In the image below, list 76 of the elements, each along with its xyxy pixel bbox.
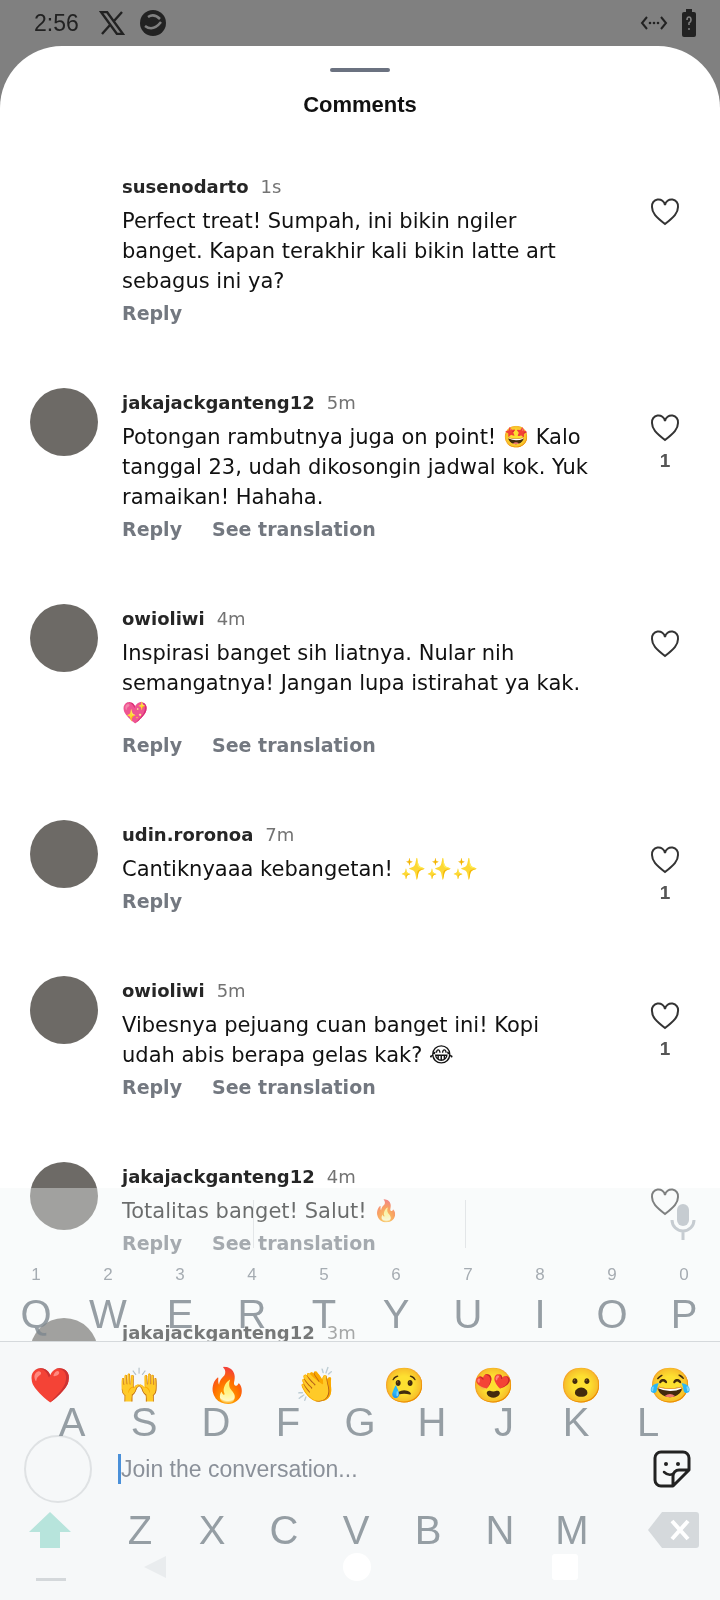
- emoji-reaction-button[interactable]: 🙌: [117, 1363, 160, 1407]
- key-hint: 8: [535, 1264, 545, 1286]
- heart-icon[interactable]: [650, 198, 680, 226]
- key-hint: 4: [247, 1264, 257, 1286]
- comment-text: Potongan rambutnya juga on point! 🤩 Kalo tanggal 23, udah dikosongin jadwal kok. Yuk ramaikan! Hahaha.: [122, 424, 589, 511]
- keyboard-key[interactable]: N: [485, 1508, 515, 1552]
- reply-link[interactable]: Reply: [122, 890, 182, 916]
- keyboard-key[interactable]: Z: [127, 1508, 153, 1552]
- comment-text: Perfect treat! Sumpah, ini bikin ngiler banget. Kapan terakhir kali bikin latte art sebagus ini ya?: [122, 208, 557, 295]
- keyboard-key[interactable]: B: [414, 1508, 442, 1552]
- comment-time: 5m: [326, 392, 356, 413]
- username[interactable]: owioliwi: [122, 980, 205, 1001]
- microphone-icon[interactable]: [668, 1202, 698, 1242]
- comment-time: 4m: [216, 608, 246, 629]
- reply-link[interactable]: Reply: [122, 302, 182, 328]
- battery-icon: [682, 9, 696, 37]
- keyboard-key[interactable]: M: [555, 1508, 589, 1552]
- comment-text: Inspirasi banget sih liatnya. Nular nih semangatnya! Jangan lupa istirahat ya kak. 💖: [122, 640, 582, 727]
- backspace-icon[interactable]: [646, 1510, 700, 1550]
- keyboard-key[interactable]: I: [534, 1292, 546, 1336]
- keyboard-key[interactable]: Y: [382, 1292, 410, 1336]
- keyboard-key[interactable]: X: [198, 1508, 226, 1552]
- reply-link[interactable]: Reply: [122, 1232, 182, 1258]
- username[interactable]: jakajackganteng12: [122, 392, 315, 413]
- reply-link[interactable]: Reply: [122, 518, 182, 544]
- comment-input-field[interactable]: Join the conversation...: [121, 1455, 626, 1483]
- sticker-icon[interactable]: [652, 1449, 692, 1489]
- reply-link[interactable]: Reply: [122, 734, 182, 760]
- comment-time: 7m: [265, 824, 295, 845]
- translation-link[interactable]: See translation: [212, 1076, 376, 1102]
- comment-text: Totalitas banget! Salut! 🔥: [122, 1198, 401, 1225]
- heart-icon[interactable]: [650, 1002, 680, 1030]
- sheet-title: Comments: [302, 92, 418, 118]
- text-cursor: [118, 1454, 121, 1484]
- key-hint: 6: [391, 1264, 401, 1286]
- like-count: 1: [659, 1038, 671, 1060]
- emoji-reaction-button[interactable]: 😍: [471, 1363, 514, 1407]
- translation-link[interactable]: See translation: [212, 518, 376, 544]
- drag-handle[interactable]: [330, 68, 390, 72]
- comment-time: 1s: [260, 176, 282, 197]
- x-logo-icon: [98, 11, 125, 35]
- like-count: 1: [659, 882, 671, 904]
- username[interactable]: udin.roronoa: [122, 824, 254, 845]
- keyboard-key[interactable]: O: [596, 1292, 628, 1336]
- username[interactable]: jakajackganteng12: [122, 1166, 315, 1187]
- keyboard-key[interactable]: P: [670, 1292, 698, 1336]
- app-circle-icon: [138, 9, 167, 37]
- translation-link[interactable]: See translation: [212, 734, 376, 760]
- keyboard-key[interactable]: G: [344, 1400, 376, 1444]
- emoji-reaction-button[interactable]: 😮: [560, 1363, 603, 1407]
- key-hint: 3: [175, 1264, 185, 1286]
- key-hint: 2: [103, 1264, 113, 1286]
- comment-text: Vibesnya pejuang cuan banget ini! Kopi udah abis berapa gelas kak? 😂: [122, 1012, 540, 1069]
- keyboard-key[interactable]: Q: [20, 1292, 52, 1336]
- key-hint: 1: [31, 1264, 41, 1286]
- key-hint: 5: [319, 1264, 329, 1286]
- translation-link[interactable]: See translation: [212, 1232, 376, 1258]
- comment-text: Cantiknyaaa kebangetan! ✨✨✨: [122, 856, 479, 883]
- keyboard-key[interactable]: V: [342, 1508, 370, 1552]
- keyboard-key[interactable]: U: [453, 1292, 483, 1336]
- key-hint: 7: [463, 1264, 473, 1286]
- comment-time: 5m: [216, 980, 246, 1001]
- key-hint: 9: [607, 1264, 617, 1286]
- key-hint: 0: [679, 1264, 689, 1286]
- heart-icon[interactable]: [650, 846, 680, 874]
- comment-time: 3m: [326, 1322, 356, 1343]
- emoji-reaction-button[interactable]: 🔥: [206, 1363, 249, 1407]
- keyboard-key[interactable]: C: [269, 1508, 299, 1552]
- username[interactable]: owioliwi: [122, 608, 205, 629]
- reply-link[interactable]: Reply: [122, 1076, 182, 1102]
- heart-icon[interactable]: [650, 414, 680, 442]
- comment-time: 4m: [326, 1166, 356, 1187]
- clock-time: 2:56: [34, 9, 79, 37]
- username[interactable]: susenodarto: [122, 176, 249, 197]
- heart-icon[interactable]: [650, 630, 680, 658]
- like-count: 1: [659, 450, 671, 472]
